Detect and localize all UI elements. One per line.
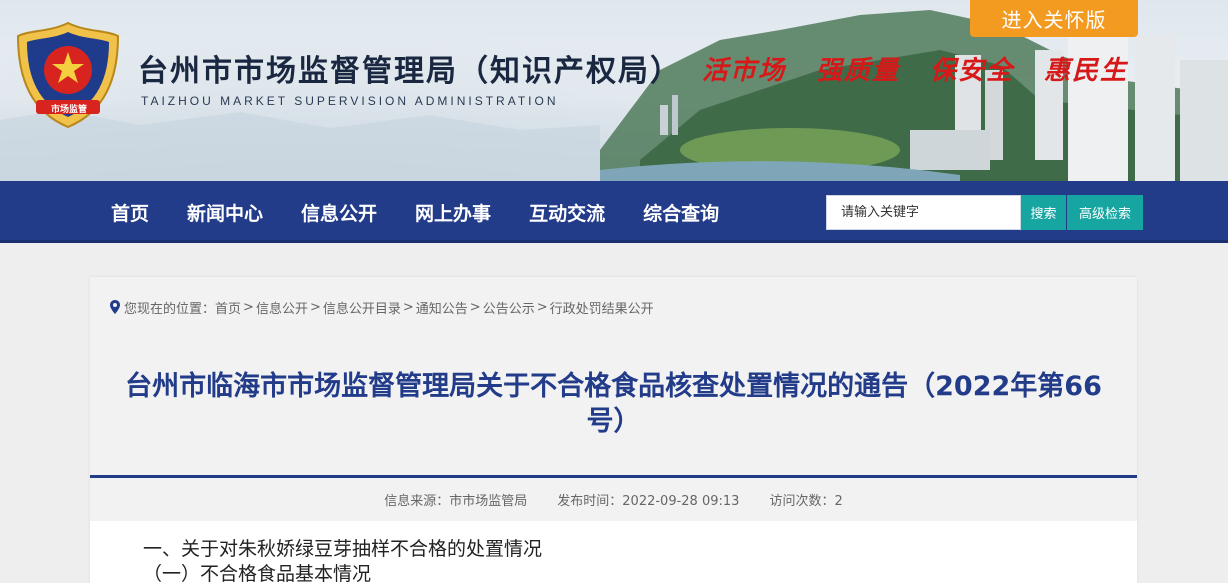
article-meta: 信息来源：市市场监管局 发布时间：2022-09-28 09:13 访问次数：2 (90, 478, 1137, 521)
breadcrumb-home[interactable]: 首页 (215, 298, 241, 317)
breadcrumb-prefix: 您现在的位置： (124, 301, 216, 317)
breadcrumb-info-disclosure[interactable]: 信息公开 (256, 298, 308, 317)
breadcrumb-penalty-results[interactable]: 行政处罚结果公开 (550, 298, 654, 317)
slogan-3: 保安全 (930, 56, 1015, 86)
nav-items: 首页 新闻中心 信息公开 网上办事 互动交流 综合查询 (92, 181, 738, 243)
article-source: 信息来源：市市场监管局 (384, 494, 528, 509)
article-publish-time: 发布时间：2022-09-28 09:13 (557, 494, 740, 509)
advanced-search-button[interactable]: 高级检索 (1067, 195, 1143, 230)
title-area: 台州市临海市市场监督管理局关于不合格食品核查处置情况的通告（2022年第66号） (90, 337, 1137, 475)
nav-item-interaction[interactable]: 互动交流 (510, 199, 624, 226)
article-visits: 访问次数：2 (769, 494, 843, 509)
article-card: 您现在的位置： 首页 > 信息公开 > 信息公开目录 > 通知公告 > 公告公示… (90, 277, 1137, 583)
slogan-1: 活市场 (702, 56, 787, 86)
article-subheading-1: （一）不合格食品基本情况 (143, 563, 372, 583)
breadcrumb-separator: > (469, 299, 481, 315)
breadcrumb-announcements[interactable]: 公告公示 (483, 298, 535, 317)
nav-item-info-disclosure[interactable]: 信息公开 (282, 199, 396, 226)
nav-item-home[interactable]: 首页 (92, 199, 168, 226)
nav-item-news[interactable]: 新闻中心 (168, 199, 282, 226)
location-pin-icon (110, 300, 120, 314)
article-title: 台州市临海市市场监督管理局关于不合格食品核查处置情况的通告（2022年第66号） (125, 371, 1102, 437)
care-mode-button[interactable]: 进入关怀版 (970, 0, 1138, 37)
emblem-text: 市场监管 (50, 105, 87, 115)
breadcrumb: 您现在的位置： 首页 > 信息公开 > 信息公开目录 > 通知公告 > 公告公示… (90, 277, 1137, 337)
breadcrumb-separator: > (309, 299, 321, 315)
breadcrumb-info-catalog[interactable]: 信息公开目录 (323, 298, 401, 317)
breadcrumb-separator: > (536, 299, 548, 315)
site-name-en: TAIZHOU MARKET SUPERVISION ADMINISTRATIO… (141, 94, 559, 108)
slogans: 活市场 强质量 保安全 惠民生 (702, 50, 1128, 87)
breadcrumb-notices[interactable]: 通知公告 (416, 298, 468, 317)
site-name: 台州市市场监督管理局（知识产权局） (138, 54, 682, 89)
breadcrumb-separator: > (402, 299, 414, 315)
nav-item-query[interactable]: 综合查询 (624, 199, 738, 226)
slogan-4: 惠民生 (1044, 56, 1129, 86)
breadcrumb-separator: > (243, 299, 254, 315)
main-nav: 首页 新闻中心 信息公开 网上办事 互动交流 综合查询 请输入关键字 搜索 高级… (0, 181, 1228, 243)
nav-item-online-services[interactable]: 网上办事 (396, 199, 510, 226)
search-button[interactable]: 搜索 (1021, 195, 1066, 230)
slogan-2: 强质量 (816, 56, 901, 86)
search-input[interactable]: 请输入关键字 (826, 195, 1021, 230)
header-banner: 市场监管 台州市市场监督管理局（知识产权局） TAIZHOU MARKET SU… (0, 0, 1228, 181)
article-heading-1: 一、关于对朱秋娇绿豆芽抽样不合格的处置情况 (143, 538, 543, 560)
